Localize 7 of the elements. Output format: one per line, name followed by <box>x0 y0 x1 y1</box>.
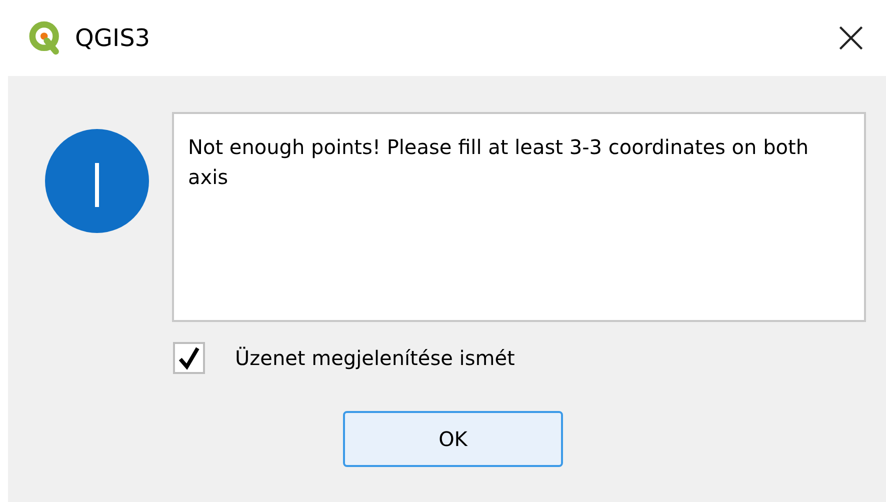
information-icon <box>45 129 149 233</box>
close-icon[interactable] <box>838 25 864 51</box>
ok-button[interactable]: OK <box>343 411 563 467</box>
checkbox[interactable] <box>173 342 205 374</box>
window-title: QGIS3 <box>75 24 152 52</box>
checkbox-label[interactable]: Üzenet megjelenítése ismét <box>235 346 515 370</box>
message-text: Not enough points! Please fill at least 3-3 coordinates on both axis <box>172 112 866 322</box>
